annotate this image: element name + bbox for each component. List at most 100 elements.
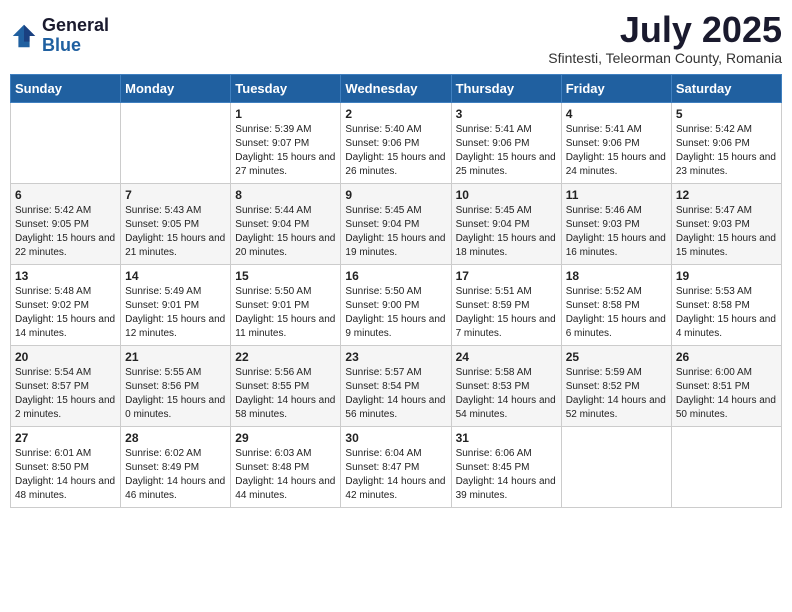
day-number: 4 [566,107,667,121]
day-info: Sunrise: 5:51 AM Sunset: 8:59 PM Dayligh… [456,285,557,341]
logo: General Blue [10,16,109,56]
calendar-table: Sunday Monday Tuesday Wednesday Thursday… [10,74,782,508]
calendar-cell: 17 Sunrise: 5:51 AM Sunset: 8:59 PM Dayli… [451,264,561,345]
calendar-cell: 16Sunrise: 5:50 AM Sunset: 9:00 PM Dayli… [341,264,451,345]
calendar-cell: 9 Sunrise: 5:45 AM Sunset: 9:04 PM Daylig… [341,183,451,264]
day-number: 1 [235,107,336,121]
day-number: 25 [566,350,667,364]
day-number: 28 [125,431,226,445]
calendar-cell: 23 Sunrise: 5:57 AM Sunset: 8:54 PM Dayli… [341,345,451,426]
col-friday: Friday [561,74,671,102]
day-number: 23 [345,350,446,364]
calendar-cell: 18 Sunrise: 5:52 AM Sunset: 8:58 PM Dayli… [561,264,671,345]
calendar-cell: 7Sunrise: 5:43 AM Sunset: 9:05 PM Daylig… [121,183,231,264]
calendar-cell: 5 Sunrise: 5:42 AM Sunset: 9:06 PM Daylig… [671,102,781,183]
day-number: 29 [235,431,336,445]
day-info: Sunrise: 5:58 AM Sunset: 8:53 PM Dayligh… [456,366,557,422]
day-number: 8 [235,188,336,202]
day-info: Sunrise: 5:47 AM Sunset: 9:03 PM Dayligh… [676,204,777,260]
header: General Blue July 2025 Sfintesti, Teleor… [10,10,782,66]
day-number: 6 [15,188,116,202]
day-info: Sunrise: 5:49 AM Sunset: 9:01 PM Dayligh… [125,285,226,341]
logo-general-text: General [42,16,109,36]
calendar-cell: 11 Sunrise: 5:46 AM Sunset: 9:03 PM Dayli… [561,183,671,264]
location-subtitle: Sfintesti, Teleorman County, Romania [548,50,782,66]
calendar-cell: 4 Sunrise: 5:41 AM Sunset: 9:06 PM Daylig… [561,102,671,183]
calendar-week-row: 13Sunrise: 5:48 AM Sunset: 9:02 PM Dayli… [11,264,782,345]
day-number: 21 [125,350,226,364]
day-number: 17 [456,269,557,283]
col-saturday: Saturday [671,74,781,102]
calendar-week-row: 20 Sunrise: 5:54 AM Sunset: 8:57 PM Dayli… [11,345,782,426]
day-info: Sunrise: 5:42 AM Sunset: 9:06 PM Dayligh… [676,123,777,179]
day-info: Sunrise: 5:45 AM Sunset: 9:04 PM Dayligh… [345,204,446,260]
col-thursday: Thursday [451,74,561,102]
day-info: Sunrise: 5:56 AM Sunset: 8:55 PM Dayligh… [235,366,336,422]
col-wednesday: Wednesday [341,74,451,102]
day-number: 9 [345,188,446,202]
day-number: 10 [456,188,557,202]
calendar-cell: 3 Sunrise: 5:41 AM Sunset: 9:06 PM Daylig… [451,102,561,183]
day-number: 31 [456,431,557,445]
calendar-cell: 26Sunrise: 6:00 AM Sunset: 8:51 PM Dayli… [671,345,781,426]
calendar-cell: 24 Sunrise: 5:58 AM Sunset: 8:53 PM Dayli… [451,345,561,426]
calendar-cell: 30 Sunrise: 6:04 AM Sunset: 8:47 PM Dayli… [341,426,451,507]
month-year-title: July 2025 [548,10,782,50]
day-number: 20 [15,350,116,364]
day-info: Sunrise: 5:45 AM Sunset: 9:04 PM Dayligh… [456,204,557,260]
day-info: Sunrise: 5:42 AM Sunset: 9:05 PM Dayligh… [15,204,116,260]
calendar-cell: 2 Sunrise: 5:40 AM Sunset: 9:06 PM Daylig… [341,102,451,183]
day-number: 2 [345,107,446,121]
day-number: 3 [456,107,557,121]
day-number: 24 [456,350,557,364]
day-info: Sunrise: 5:41 AM Sunset: 9:06 PM Dayligh… [566,123,667,179]
day-info: Sunrise: 5:46 AM Sunset: 9:03 PM Dayligh… [566,204,667,260]
day-info: Sunrise: 5:57 AM Sunset: 8:54 PM Dayligh… [345,366,446,422]
col-tuesday: Tuesday [231,74,341,102]
calendar-cell: 15Sunrise: 5:50 AM Sunset: 9:01 PM Dayli… [231,264,341,345]
day-info: Sunrise: 5:40 AM Sunset: 9:06 PM Dayligh… [345,123,446,179]
day-number: 30 [345,431,446,445]
calendar-cell: 25 Sunrise: 5:59 AM Sunset: 8:52 PM Dayli… [561,345,671,426]
calendar-week-row: 27 Sunrise: 6:01 AM Sunset: 8:50 PM Dayli… [11,426,782,507]
day-number: 12 [676,188,777,202]
day-info: Sunrise: 5:50 AM Sunset: 9:00 PM Dayligh… [345,285,446,341]
calendar-week-row: 1 Sunrise: 5:39 AM Sunset: 9:07 PM Daylig… [11,102,782,183]
day-number: 13 [15,269,116,283]
day-info: Sunrise: 5:39 AM Sunset: 9:07 PM Dayligh… [235,123,336,179]
day-info: Sunrise: 6:04 AM Sunset: 8:47 PM Dayligh… [345,447,446,503]
calendar-cell: 19Sunrise: 5:53 AM Sunset: 8:58 PM Dayli… [671,264,781,345]
title-area: July 2025 Sfintesti, Teleorman County, R… [548,10,782,66]
day-info: Sunrise: 5:50 AM Sunset: 9:01 PM Dayligh… [235,285,336,341]
day-number: 22 [235,350,336,364]
calendar-cell: 27 Sunrise: 6:01 AM Sunset: 8:50 PM Dayli… [11,426,121,507]
day-number: 11 [566,188,667,202]
day-info: Sunrise: 6:06 AM Sunset: 8:45 PM Dayligh… [456,447,557,503]
day-number: 5 [676,107,777,121]
day-info: Sunrise: 5:52 AM Sunset: 8:58 PM Dayligh… [566,285,667,341]
calendar-cell: 22 Sunrise: 5:56 AM Sunset: 8:55 PM Dayli… [231,345,341,426]
calendar-cell [561,426,671,507]
day-number: 26 [676,350,777,364]
calendar-cell: 21Sunrise: 5:55 AM Sunset: 8:56 PM Dayli… [121,345,231,426]
day-info: Sunrise: 5:43 AM Sunset: 9:05 PM Dayligh… [125,204,226,260]
col-sunday: Sunday [11,74,121,102]
header-row: Sunday Monday Tuesday Wednesday Thursday… [11,74,782,102]
day-info: Sunrise: 5:41 AM Sunset: 9:06 PM Dayligh… [456,123,557,179]
day-info: Sunrise: 6:01 AM Sunset: 8:50 PM Dayligh… [15,447,116,503]
calendar-week-row: 6 Sunrise: 5:42 AM Sunset: 9:05 PM Daylig… [11,183,782,264]
day-info: Sunrise: 6:03 AM Sunset: 8:48 PM Dayligh… [235,447,336,503]
calendar-cell: 31 Sunrise: 6:06 AM Sunset: 8:45 PM Dayli… [451,426,561,507]
day-number: 27 [15,431,116,445]
calendar-cell: 1 Sunrise: 5:39 AM Sunset: 9:07 PM Daylig… [231,102,341,183]
day-number: 18 [566,269,667,283]
calendar-cell: 8Sunrise: 5:44 AM Sunset: 9:04 PM Daylig… [231,183,341,264]
calendar-cell [121,102,231,183]
day-info: Sunrise: 5:54 AM Sunset: 8:57 PM Dayligh… [15,366,116,422]
logo-blue-text: Blue [42,36,109,56]
day-info: Sunrise: 5:59 AM Sunset: 8:52 PM Dayligh… [566,366,667,422]
calendar-cell [671,426,781,507]
day-info: Sunrise: 5:53 AM Sunset: 8:58 PM Dayligh… [676,285,777,341]
calendar-cell: 20 Sunrise: 5:54 AM Sunset: 8:57 PM Dayli… [11,345,121,426]
col-monday: Monday [121,74,231,102]
